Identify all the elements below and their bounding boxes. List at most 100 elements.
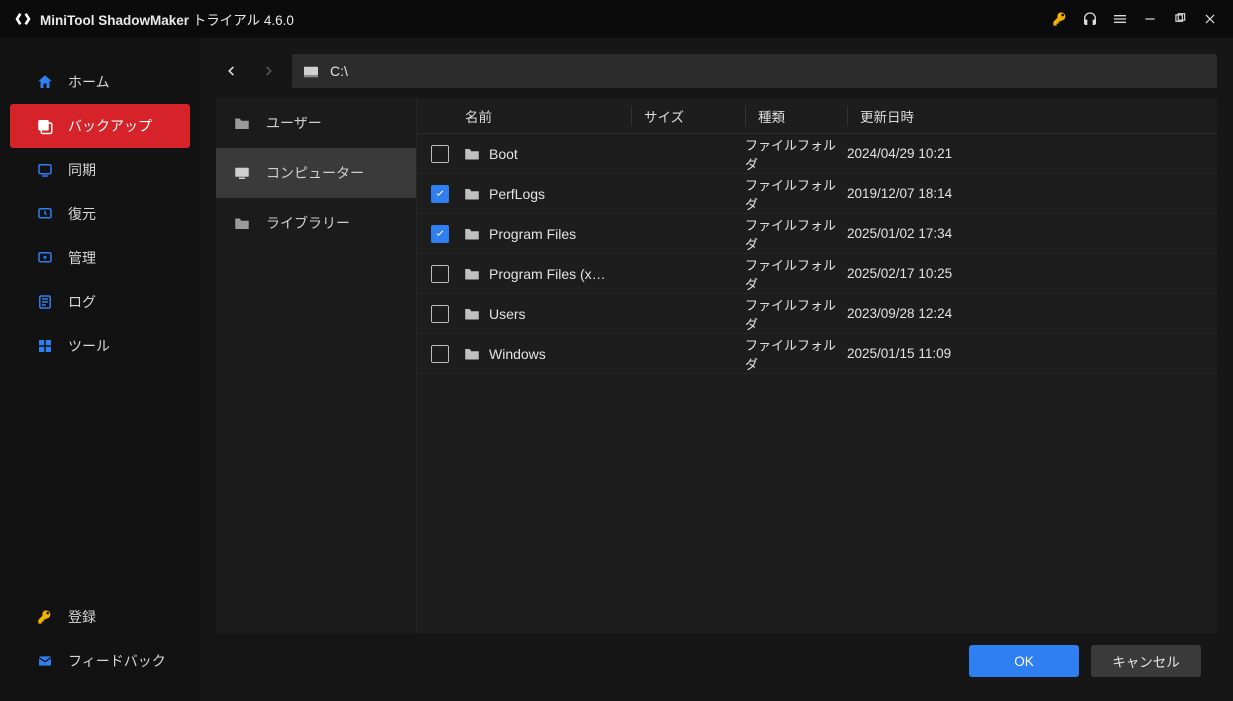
sidebar-item-restore[interactable]: 復元	[0, 192, 200, 236]
row-checkbox[interactable]	[431, 225, 449, 243]
file-kind: ファイルフォルダ	[745, 255, 847, 293]
file-name: Users	[489, 306, 526, 322]
folder-icon	[232, 115, 252, 131]
folder-icon	[232, 215, 252, 231]
app-title: MiniTool ShadowMaker トライアル 4.6.0	[40, 9, 294, 29]
location-computer[interactable]: コンピューター	[216, 148, 416, 198]
cancel-button[interactable]: キャンセル	[1091, 645, 1201, 677]
file-row[interactable]: Program Files ファイルフォルダ2025/01/02 17:34	[417, 214, 1217, 254]
file-date: 2025/01/02 17:34	[847, 226, 1003, 241]
mail-icon	[36, 653, 54, 669]
location-label: コンピューター	[266, 163, 364, 183]
file-name: Boot	[489, 146, 518, 162]
row-checkbox[interactable]	[431, 305, 449, 323]
headset-icon[interactable]	[1075, 4, 1105, 34]
ok-button[interactable]: OK	[969, 645, 1079, 677]
sidebar-item-log[interactable]: ログ	[0, 280, 200, 324]
sidebar-item-manage[interactable]: 管理	[0, 236, 200, 280]
location-pane: ユーザー コンピューター ライブラリー	[216, 98, 416, 633]
location-label: ライブラリー	[266, 213, 350, 233]
file-date: 2019/12/07 18:14	[847, 186, 1003, 201]
file-date: 2023/09/28 12:24	[847, 306, 1003, 321]
sidebar-item-feedback[interactable]: フィードバック	[0, 639, 200, 683]
file-kind: ファイルフォルダ	[745, 295, 847, 333]
row-checkbox[interactable]	[431, 145, 449, 163]
main-panel: C:\ ユーザー コンピューター	[200, 38, 1233, 701]
dialog-footer: OK キャンセル	[200, 633, 1217, 689]
manage-icon	[36, 249, 54, 267]
sidebar-item-label: 登録	[68, 607, 96, 627]
sidebar-item-label: 同期	[68, 160, 96, 180]
file-list-pane: 名前 サイズ 種類 更新日時 Bootファイルフォルダ2024/04/29 10…	[416, 98, 1217, 633]
file-row[interactable]: Program Files (x… ファイルフォルダ2025/02/17 10:2…	[417, 254, 1217, 294]
log-icon	[36, 293, 54, 311]
sidebar-item-label: 管理	[68, 248, 96, 268]
file-date: 2024/04/29 10:21	[847, 146, 1003, 161]
sidebar-item-register[interactable]: 登録	[0, 595, 200, 639]
sidebar-item-label: フィードバック	[68, 651, 166, 671]
column-size[interactable]: サイズ	[631, 106, 745, 126]
file-kind: ファイルフォルダ	[745, 335, 847, 373]
file-name: PerfLogs	[489, 186, 545, 202]
path-toolbar: C:\	[216, 50, 1217, 92]
sidebar-item-label: ホーム	[68, 72, 110, 92]
computer-icon	[232, 165, 252, 181]
column-name[interactable]: 名前	[463, 106, 631, 126]
location-library[interactable]: ライブラリー	[216, 198, 416, 248]
file-name: Program Files (x…	[489, 266, 606, 282]
sidebar-item-tools[interactable]: ツール	[0, 324, 200, 368]
drive-icon	[302, 64, 320, 78]
file-row[interactable]: Boot ファイルフォルダ2024/04/29 10:21	[417, 134, 1217, 174]
file-rows: Bootファイルフォルダ2024/04/29 10:21PerfLogsファイル…	[417, 134, 1217, 633]
location-label: ユーザー	[266, 113, 322, 133]
folder-icon	[463, 226, 481, 241]
file-row[interactable]: Windows ファイルフォルダ2025/01/15 11:09	[417, 334, 1217, 374]
folder-icon	[463, 266, 481, 281]
file-row[interactable]: PerfLogs ファイルフォルダ2019/12/07 18:14	[417, 174, 1217, 214]
sidebar-item-backup[interactable]: バックアップ	[10, 104, 190, 148]
file-date: 2025/02/17 10:25	[847, 266, 1003, 281]
file-name: Windows	[489, 346, 546, 362]
home-icon	[36, 73, 54, 91]
app-logo-icon	[14, 10, 32, 28]
key-icon[interactable]	[1045, 4, 1075, 34]
folder-icon	[463, 306, 481, 321]
sidebar: ホーム バックアップ 同期 復元 管理	[0, 38, 200, 701]
restore-icon	[36, 205, 54, 223]
path-text: C:\	[330, 63, 348, 79]
nav-forward-button[interactable]	[254, 56, 284, 86]
minimize-icon[interactable]	[1135, 4, 1165, 34]
folder-icon	[463, 346, 481, 361]
close-icon[interactable]	[1195, 4, 1225, 34]
sidebar-item-label: バックアップ	[68, 116, 152, 136]
path-input[interactable]: C:\	[292, 54, 1217, 88]
row-checkbox[interactable]	[431, 345, 449, 363]
file-row[interactable]: Users ファイルフォルダ2023/09/28 12:24	[417, 294, 1217, 334]
menu-icon[interactable]	[1105, 4, 1135, 34]
column-headers: 名前 サイズ 種類 更新日時	[417, 98, 1217, 134]
column-kind[interactable]: 種類	[745, 106, 847, 126]
location-user[interactable]: ユーザー	[216, 98, 416, 148]
sidebar-item-label: ログ	[68, 292, 96, 312]
file-kind: ファイルフォルダ	[745, 175, 847, 213]
app-window: MiniTool ShadowMaker トライアル 4.6.0 ホ	[0, 0, 1233, 701]
nav-back-button[interactable]	[216, 56, 246, 86]
file-date: 2025/01/15 11:09	[847, 346, 1003, 361]
titlebar: MiniTool ShadowMaker トライアル 4.6.0	[0, 0, 1233, 38]
maximize-icon[interactable]	[1165, 4, 1195, 34]
tools-icon	[36, 337, 54, 355]
file-browser-dialog: C:\ ユーザー コンピューター	[200, 50, 1217, 689]
sidebar-item-sync[interactable]: 同期	[0, 148, 200, 192]
row-checkbox[interactable]	[431, 265, 449, 283]
backup-icon	[36, 117, 54, 135]
sync-icon	[36, 161, 54, 179]
row-checkbox[interactable]	[431, 185, 449, 203]
column-date[interactable]: 更新日時	[847, 106, 1003, 126]
folder-icon	[463, 186, 481, 201]
file-kind: ファイルフォルダ	[745, 215, 847, 253]
folder-icon	[463, 146, 481, 161]
file-name: Program Files	[489, 226, 576, 242]
sidebar-item-label: 復元	[68, 204, 96, 224]
file-kind: ファイルフォルダ	[745, 135, 847, 173]
sidebar-item-home[interactable]: ホーム	[0, 60, 200, 104]
